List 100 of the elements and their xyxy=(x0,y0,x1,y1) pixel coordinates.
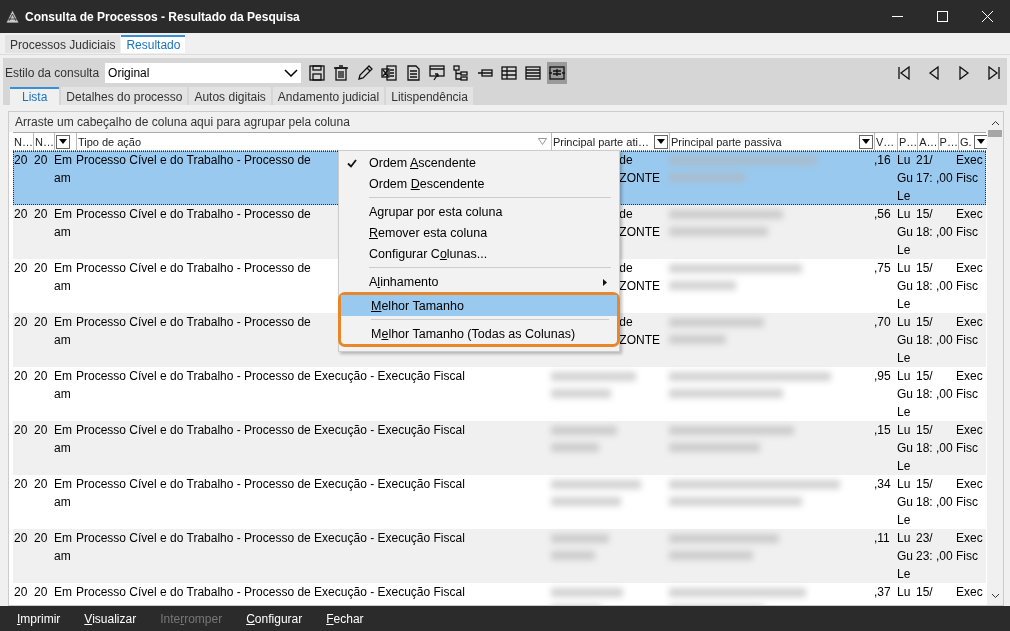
table-cell-text: de ZONTE xyxy=(619,206,661,241)
footer-button[interactable]: Visualizar xyxy=(84,611,137,626)
filter-dropdown-button[interactable] xyxy=(973,134,988,149)
table-cell-text: Exec Fisc xyxy=(956,206,983,241)
tab[interactable]: Lista xyxy=(10,87,60,105)
table-cell-text: ,34 xyxy=(874,476,891,493)
table-cell-text: 23/ 23: xyxy=(916,530,933,565)
filter-dropdown-button[interactable] xyxy=(858,134,873,149)
table-cell-text: Lu Gu Le xyxy=(897,206,913,259)
table-cell-text: Processo Cível e do Trabalho - Processo de Execução - Execução Fiscal xyxy=(76,368,465,385)
table-cell-text: 20 xyxy=(34,206,48,223)
table-cell-text: Lu Gu Le xyxy=(897,152,913,205)
footer-button[interactable]: Configurar xyxy=(246,611,303,626)
table-cell-text: Exec Fisc xyxy=(956,368,983,403)
table-cell-text: Processo Cível e do Trabalho - Processo de Execução - Execução Fiscal xyxy=(76,422,465,439)
column-header[interactable]: Tipo de ação xyxy=(77,135,142,148)
scroll-down-icon[interactable] xyxy=(990,593,1000,599)
table-cell-text: ,56 xyxy=(874,206,891,223)
footer-button[interactable]: Fechar xyxy=(326,611,364,626)
group-by-hint: Arraste um cabeçalho de coluna aqui para agrupar pela coluna xyxy=(15,115,350,129)
tab[interactable]: Andamento judicial xyxy=(272,87,385,105)
table-cell-text: Em am xyxy=(54,152,72,187)
blurred-text-placeholder xyxy=(669,335,726,344)
scroll-thumb[interactable] xyxy=(988,130,1002,137)
table-cell-text: ,00 xyxy=(936,332,953,349)
tab[interactable]: Detalhes do processo xyxy=(61,87,188,105)
table-cell-text: 15/ 18: xyxy=(916,422,933,457)
column-header[interactable]: N… xyxy=(14,135,33,148)
table-cell-text: ,00 xyxy=(936,548,953,565)
table-cell-text: ,75 xyxy=(874,260,891,277)
close-icon xyxy=(982,11,993,22)
filter-dropdown-button[interactable] xyxy=(55,134,70,149)
table-cell-text: 20 xyxy=(14,152,28,169)
vertical-scrollbar[interactable] xyxy=(987,112,1003,605)
tab[interactable]: Resultado xyxy=(121,35,186,53)
style-label: Estilo da consulta xyxy=(5,66,100,80)
table-cell-text: 21/ 17: xyxy=(916,152,933,187)
menu-item[interactable]: Remover esta coluna xyxy=(339,222,619,243)
checkmark-icon xyxy=(347,159,357,168)
table-cell-text: 15/ 18: xyxy=(916,476,933,511)
table-cell-text: Em am xyxy=(54,260,72,295)
table-cell-text: ,00 xyxy=(936,440,953,457)
menu-item[interactable]: Alinhamento xyxy=(339,271,619,292)
spreadsheet-icon[interactable] xyxy=(379,62,400,84)
tab[interactable]: Autos digitais xyxy=(189,87,271,105)
blurred-text-placeholder xyxy=(551,389,611,398)
menu-item[interactable]: Ordem Ascendente xyxy=(339,152,619,173)
column-header[interactable]: Principal parte passiva xyxy=(670,135,782,148)
sort-icon xyxy=(537,138,547,145)
column-header[interactable]: P… xyxy=(898,135,918,148)
blurred-text-placeholder xyxy=(551,443,599,452)
table-cell-text: Em am xyxy=(54,206,72,241)
table-cell-text: 20 xyxy=(14,530,28,547)
table-cell-text: ,00 xyxy=(936,278,953,295)
table-cell-text: Exec Fisc xyxy=(956,476,983,511)
table-cell-text: Processo Cível e do Trabalho - Processo de Execução - Execução Fiscal xyxy=(76,530,465,547)
table-cell-text: Em xyxy=(54,584,72,601)
table-cell-text: 20 xyxy=(34,476,48,493)
table-cell-text: ,15 xyxy=(874,422,891,439)
column-header[interactable]: V… xyxy=(875,135,895,148)
blurred-text-placeholder xyxy=(551,497,621,506)
column-header[interactable]: A… xyxy=(919,135,938,148)
footer-button[interactable]: Imprimir xyxy=(17,611,61,626)
table-cell-text: 20 xyxy=(34,260,48,277)
table-cell-text: 20 xyxy=(34,584,48,601)
table-cell-text: 20 xyxy=(14,206,28,223)
column-header[interactable]: G. xyxy=(959,135,972,148)
tab[interactable]: Litispendência xyxy=(386,87,473,105)
filter-dropdown-button[interactable] xyxy=(653,134,668,149)
table-cell-text: Exec Fisc xyxy=(956,152,983,187)
app-logo-icon xyxy=(6,10,19,23)
scroll-up-icon[interactable] xyxy=(990,120,1000,126)
table-cell-text: Em am xyxy=(54,530,72,565)
table-cell-text: Lu xyxy=(897,584,911,601)
table-cell-text: 15/ 18: xyxy=(916,368,933,403)
table-cell-text: 20 xyxy=(14,584,28,601)
table-cell-text: ,95 xyxy=(874,368,891,385)
save-icon[interactable] xyxy=(307,62,328,84)
table-cell-text: de ZONTE xyxy=(619,314,661,349)
table-cell-text: ,00 xyxy=(936,494,953,511)
table-cell-text: Processo Cível e do Trabalho - Processo de Execução - Execução Fiscal xyxy=(76,476,465,493)
fit-columns-icon[interactable] xyxy=(547,62,568,84)
blurred-text-placeholder xyxy=(551,588,623,597)
table-cell-text: Processo Cível e do Trabalho - Processo de xyxy=(76,152,311,169)
menu-item[interactable]: Agrupar por esta coluna xyxy=(339,201,619,222)
tab[interactable]: Processos Judiciais xyxy=(5,35,121,53)
table-cell-text: Processo Cível e do Trabalho - Processo de xyxy=(76,260,311,277)
table-cell-text: 15/ 18: xyxy=(916,314,933,349)
menu-item[interactable]: Melhor Tamanho xyxy=(341,295,617,316)
style-dropdown[interactable]: Original xyxy=(105,63,302,83)
table-cell-text: Exec Fisc xyxy=(956,314,983,349)
table-cell-text: 20 xyxy=(14,476,28,493)
column-header[interactable]: N… xyxy=(34,135,54,148)
menu-item[interactable]: Configurar Colunas... xyxy=(339,243,619,264)
column-header[interactable]: P… xyxy=(939,135,958,148)
submenu-arrow-icon xyxy=(603,279,607,286)
column-header[interactable]: Principal parte ati… xyxy=(552,135,649,148)
menu-item[interactable]: Ordem Descendente xyxy=(339,173,619,194)
menu-item[interactable]: Melhor Tamanho (Todas as Colunas) xyxy=(341,323,617,344)
blurred-text-placeholder xyxy=(669,281,736,290)
